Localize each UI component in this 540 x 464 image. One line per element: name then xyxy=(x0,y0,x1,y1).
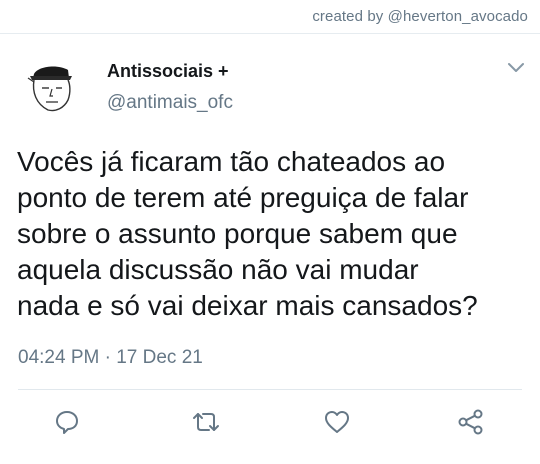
tweet-text: Vocês já ficaram tão chateados ao ponto … xyxy=(17,144,532,324)
tweet-text-line: aquela discussão não vai mudar xyxy=(17,254,419,285)
user-handle[interactable]: @antimais_ofc xyxy=(107,92,233,114)
tweet-text-line: nada e só vai deixar mais cansados? xyxy=(17,290,478,321)
retweet-button[interactable] xyxy=(191,407,221,437)
reply-button[interactable] xyxy=(52,407,82,437)
divider xyxy=(18,389,522,390)
chevron-down-icon[interactable] xyxy=(506,60,526,74)
speech-bubble-icon xyxy=(56,411,78,434)
avatar-sketch-icon xyxy=(27,66,72,112)
watermark-bar: created by @heverton_avocado xyxy=(0,0,540,34)
retweet-arrows-icon xyxy=(193,413,219,431)
tweet-text-line: sobre o assunto porque sabem que xyxy=(17,218,458,249)
tweet-text-line: ponto de terem até preguiça de falar xyxy=(17,182,469,213)
avatar[interactable] xyxy=(24,58,80,114)
tweet-text-line: Vocês já ficaram tão chateados ao xyxy=(17,146,446,177)
heart-icon xyxy=(325,411,349,433)
display-name[interactable]: Antissociais + xyxy=(107,61,229,82)
watermark-text: created by @heverton_avocado xyxy=(312,8,528,25)
like-button[interactable] xyxy=(322,407,352,437)
share-nodes-icon xyxy=(458,409,483,435)
share-button[interactable] xyxy=(456,407,486,437)
tweet-timestamp[interactable]: 04:24 PM · 17 Dec 21 xyxy=(18,347,203,369)
